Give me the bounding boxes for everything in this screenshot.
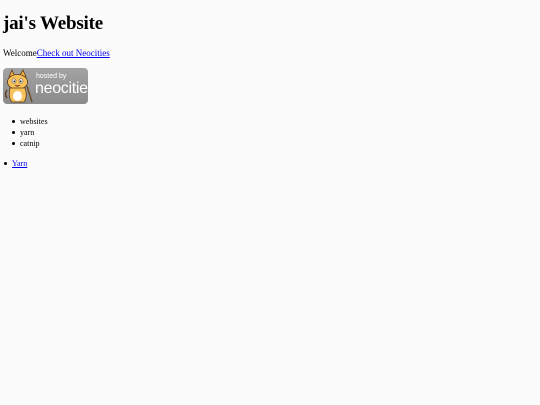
yarn-link[interactable]: Yarn — [12, 159, 27, 168]
list-item: yarn — [12, 127, 48, 138]
hosted-by-neocities-badge[interactable]: hosted by neocities — [3, 68, 88, 104]
neocities-cat-icon — [4, 68, 33, 103]
list-item: catnip — [12, 138, 48, 149]
list-item: Yarn — [3, 158, 27, 169]
welcome-paragraph: WelcomeCheck out Neocities — [3, 47, 110, 59]
neocities-link[interactable]: Check out Neocities — [37, 48, 110, 58]
page-title: jai's Website — [3, 13, 103, 34]
badge-brand: neocities — [35, 80, 88, 97]
links-list: Yarn — [3, 158, 27, 169]
page: jai's Website WelcomeCheck out Neocities — [0, 0, 540, 405]
list-item: websites — [12, 117, 48, 126]
welcome-text: Welcome — [3, 48, 37, 58]
things-list: websites yarn catnip — [12, 116, 48, 149]
